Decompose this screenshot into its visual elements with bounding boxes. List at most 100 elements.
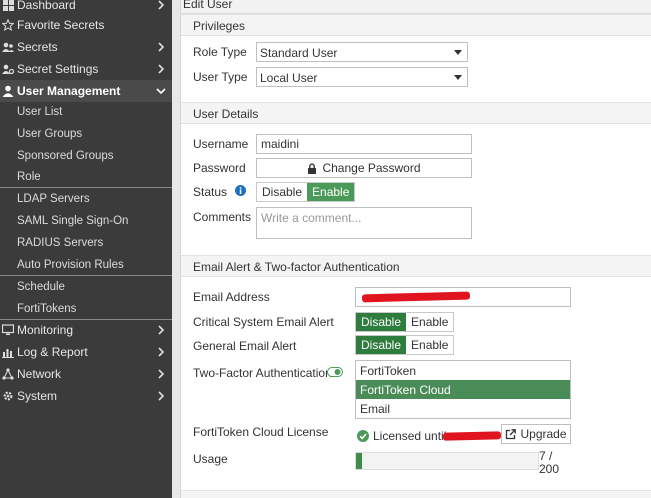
users-icon	[2, 41, 14, 53]
critical-disable-option[interactable]: Disable	[356, 313, 407, 331]
two-factor-option[interactable]: FortiToken	[356, 361, 570, 380]
redaction-mark	[442, 431, 502, 441]
sidebar-item-saml-sso[interactable]: SAML Single Sign-On	[0, 210, 172, 232]
chevron-right-icon	[158, 0, 165, 10]
redaction-mark	[361, 291, 471, 303]
two-factor-option-selected[interactable]: FortiToken Cloud	[356, 380, 570, 399]
section-privileges: Privileges	[181, 14, 651, 36]
critical-alert-toggle: Disable Enable	[355, 312, 455, 332]
external-link-icon	[506, 428, 517, 439]
section-email-alert: Email Alert & Two-factor Authentication	[181, 255, 651, 277]
gear-icon	[2, 390, 14, 402]
main-content: Edit User Privileges Role Type Standard …	[172, 0, 651, 498]
usage-total: 200	[539, 462, 560, 476]
lock-icon	[308, 162, 317, 174]
chevron-right-icon	[158, 64, 165, 74]
sidebar-item-auto-provision-rules[interactable]: Auto Provision Rules	[0, 254, 172, 276]
general-alert-toggle: Disable Enable	[355, 335, 455, 355]
dashboard-icon	[2, 0, 14, 11]
user-type-label: User Type	[193, 70, 248, 84]
section-user-details: User Details	[181, 102, 651, 124]
sidebar-item-sponsored-groups[interactable]: Sponsored Groups	[0, 145, 172, 167]
chevron-right-icon	[158, 369, 165, 379]
chevron-right-icon	[158, 42, 165, 52]
user-type-select[interactable]: Local User	[256, 67, 468, 87]
caret-down-icon	[454, 50, 462, 55]
users-gear-icon	[2, 63, 14, 75]
usage-progress-bar	[355, 452, 539, 470]
status-disable-option[interactable]: Disable	[257, 183, 307, 201]
section-heading: User Details	[193, 107, 259, 121]
chevron-right-icon	[158, 325, 165, 335]
page-title: Edit User	[183, 0, 233, 11]
sidebar-item-role[interactable]: Role	[0, 166, 172, 188]
username-input[interactable]	[256, 134, 472, 154]
nav-sub-label: FortiTokens	[17, 303, 77, 315]
sidebar-item-schedule[interactable]: Schedule	[0, 276, 172, 298]
nav-sub-label: Auto Provision Rules	[17, 259, 124, 271]
section-heading: Email Alert & Two-factor Authentication	[193, 260, 400, 274]
nav-item-user-management[interactable]: User Management	[0, 80, 172, 102]
status-label: Status	[193, 185, 228, 199]
nav-sub-label: Role	[17, 171, 41, 183]
nav-sub-label: Schedule	[17, 281, 65, 293]
role-type-select[interactable]: Standard User	[256, 42, 468, 62]
nav-item-label: Favorite Secrets	[17, 18, 105, 32]
section-heading: Privileges	[193, 19, 246, 33]
two-factor-option[interactable]: Email	[356, 399, 570, 418]
two-factor-options: FortiToken FortiToken Cloud Email	[355, 360, 571, 419]
nav-sub-label: User Groups	[17, 128, 83, 140]
usage-progress-fill	[356, 453, 363, 469]
sidebar-item-user-groups[interactable]: User Groups	[0, 123, 172, 145]
general-alert-label: General Email Alert	[193, 339, 297, 353]
comments-label: Comments	[193, 210, 252, 224]
upgrade-label: Upgrade	[520, 427, 567, 441]
sidebar-item-radius-servers[interactable]: RADIUS Servers	[0, 232, 172, 254]
nav-item-label: Log & Report	[17, 345, 88, 359]
nav-item-label: Secrets	[17, 40, 58, 54]
section-divider	[181, 490, 651, 498]
toggle-switch-icon[interactable]	[327, 367, 343, 377]
nav-item-monitoring[interactable]: Monitoring	[0, 319, 172, 341]
nav-item-label: User Management	[17, 84, 121, 98]
nav-item-label: System	[17, 389, 58, 403]
comments-textarea[interactable]	[256, 207, 472, 239]
nav-item-label: Dashboard	[17, 0, 76, 12]
nav-item-secret-settings[interactable]: Secret Settings	[0, 58, 172, 80]
page-header: Edit User	[181, 0, 651, 14]
nav-item-favorite-secrets[interactable]: Favorite Secrets	[0, 14, 172, 36]
nav-item-log-report[interactable]: Log & Report	[0, 341, 172, 363]
critical-enable-option[interactable]: Enable	[406, 313, 453, 331]
nav-item-label: Monitoring	[17, 323, 74, 337]
email-label: Email Address	[193, 290, 270, 304]
sidebar-item-ldap-servers[interactable]: LDAP Servers	[0, 188, 172, 210]
nav-item-label: Secret Settings	[17, 62, 99, 76]
usage-label: Usage	[193, 452, 228, 466]
edit-user-panel: Edit User Privileges Role Type Standard …	[180, 0, 651, 498]
user-type-value: Local User	[260, 71, 318, 85]
bar-chart-icon	[2, 346, 14, 358]
nav-sub-label: LDAP Servers	[17, 193, 90, 205]
sidebar-item-user-list[interactable]: User List	[0, 101, 172, 123]
nav-item-secrets[interactable]: Secrets	[0, 36, 172, 58]
chevron-down-icon	[156, 88, 166, 95]
monitor-icon	[2, 324, 14, 336]
info-icon[interactable]	[235, 185, 246, 196]
chevron-right-icon	[158, 347, 165, 357]
change-password-button[interactable]: Change Password	[256, 158, 472, 178]
nav-item-system[interactable]: System	[0, 385, 172, 407]
upgrade-button[interactable]: Upgrade	[501, 424, 571, 444]
status-enable-option[interactable]: Enable	[307, 183, 355, 201]
general-disable-option[interactable]: Disable	[356, 336, 407, 354]
license-status-text: Licensed until	[373, 429, 447, 443]
role-type-value: Standard User	[260, 46, 338, 60]
usage-count: 7 /	[539, 449, 553, 463]
sidebar-item-fortitokens[interactable]: FortiTokens	[0, 298, 172, 320]
nav-item-network[interactable]: Network	[0, 363, 172, 385]
general-enable-option[interactable]: Enable	[406, 336, 453, 354]
email-input[interactable]	[355, 287, 571, 307]
chevron-right-icon	[158, 391, 165, 401]
password-label: Password	[193, 161, 246, 175]
sidebar: Dashboard Favorite Secrets Secrets Secre…	[0, 0, 172, 498]
nav-sub-label: User List	[17, 106, 63, 118]
